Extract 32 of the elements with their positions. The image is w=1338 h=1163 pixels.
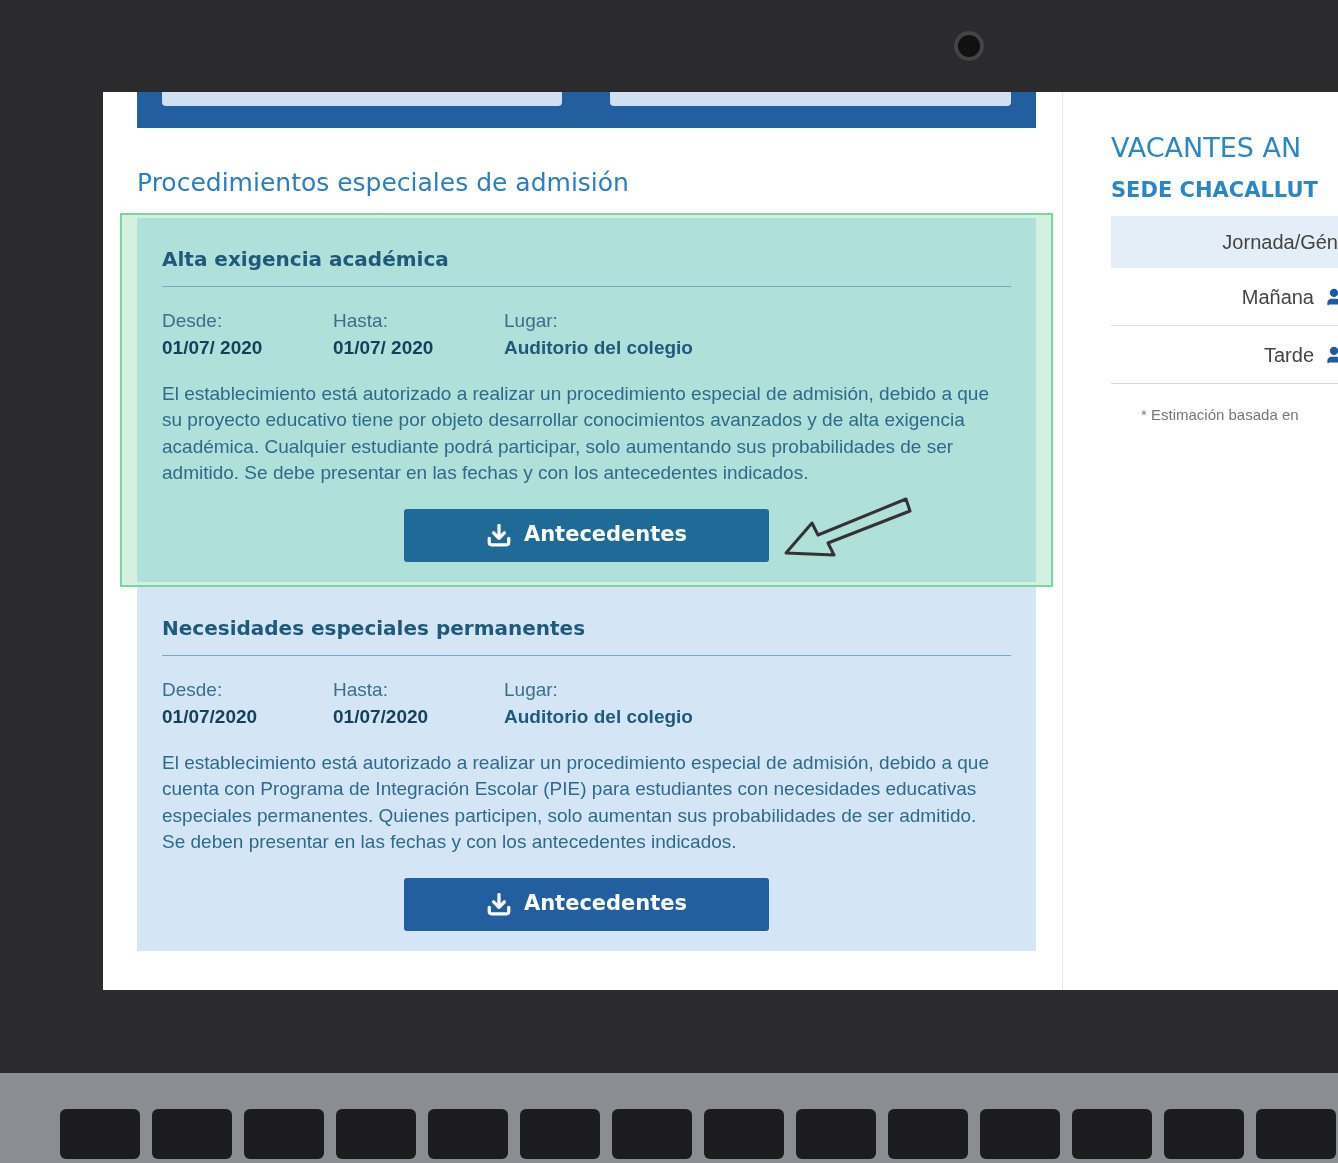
download-icon	[485, 891, 512, 917]
download-button[interactable]: Antecedentes	[404, 508, 769, 562]
description-text: El establecimiento está autorizado a realizar un procedimiento especial de admisión, debido a que su proyecto educativo tiene por objeto desarrollar conocimientos avanzados y de alta exigencia académica. Cualquier estudiante podrá participar, solo aumentando sus probabilidades de ser admitido. Se debe presentar en las fechas y con los antecedentes indicados.	[162, 381, 990, 485]
description-text: El establecimiento está autorizado a realizar un procedimiento especial de admisión, debido a que cuenta con Programa de Integración Escolar (PIE) para estudiantes con necesidades educativas especiales permanentes. Quienes participen, solo aumentan sus probabilidades de ser admitido. Se deben presentar en las fechas y con los antecedentes indicados.	[162, 750, 990, 854]
card-title: Alta exigencia académica	[162, 243, 1011, 287]
person-icon	[1324, 286, 1338, 307]
field-label: Lugar:	[504, 308, 559, 333]
download-icon	[485, 522, 512, 548]
field-label: Hasta:	[333, 677, 389, 702]
input-field[interactable]	[162, 92, 562, 106]
sidebar-subtitle: SEDE CHACALLUT	[1111, 176, 1319, 204]
place-value: Auditorio del colegio	[504, 335, 693, 360]
download-button[interactable]: Antecedentes	[404, 877, 769, 931]
date-value: 01/07/ 2020	[333, 335, 435, 360]
camera-icon	[954, 31, 984, 61]
date-value: 01/07/2020	[333, 704, 430, 729]
table-cell-text: Tarde	[1263, 342, 1314, 368]
card-title: Necesidades especiales permanentes	[162, 612, 1011, 656]
field-label: Hasta:	[333, 308, 389, 333]
field-label: Desde:	[162, 308, 224, 333]
place-value: Auditorio del colegio	[504, 704, 693, 729]
field-label: Lugar:	[504, 677, 559, 702]
date-value: 01/07/ 2020	[162, 335, 264, 360]
field-label: Desde:	[162, 677, 224, 702]
sidebar-title: VACANTES AN	[1111, 131, 1303, 165]
table-cell-text: Mañana	[1241, 284, 1314, 310]
table-header: Jornada/Gén	[1111, 216, 1338, 268]
date-value: 01/07/2020	[162, 704, 259, 729]
footnote: * Estimación basada en	[1141, 405, 1300, 425]
input-field[interactable]	[609, 92, 1011, 106]
person-icon	[1324, 344, 1338, 365]
section-title: Procedimientos especiales de admisión	[137, 167, 630, 199]
